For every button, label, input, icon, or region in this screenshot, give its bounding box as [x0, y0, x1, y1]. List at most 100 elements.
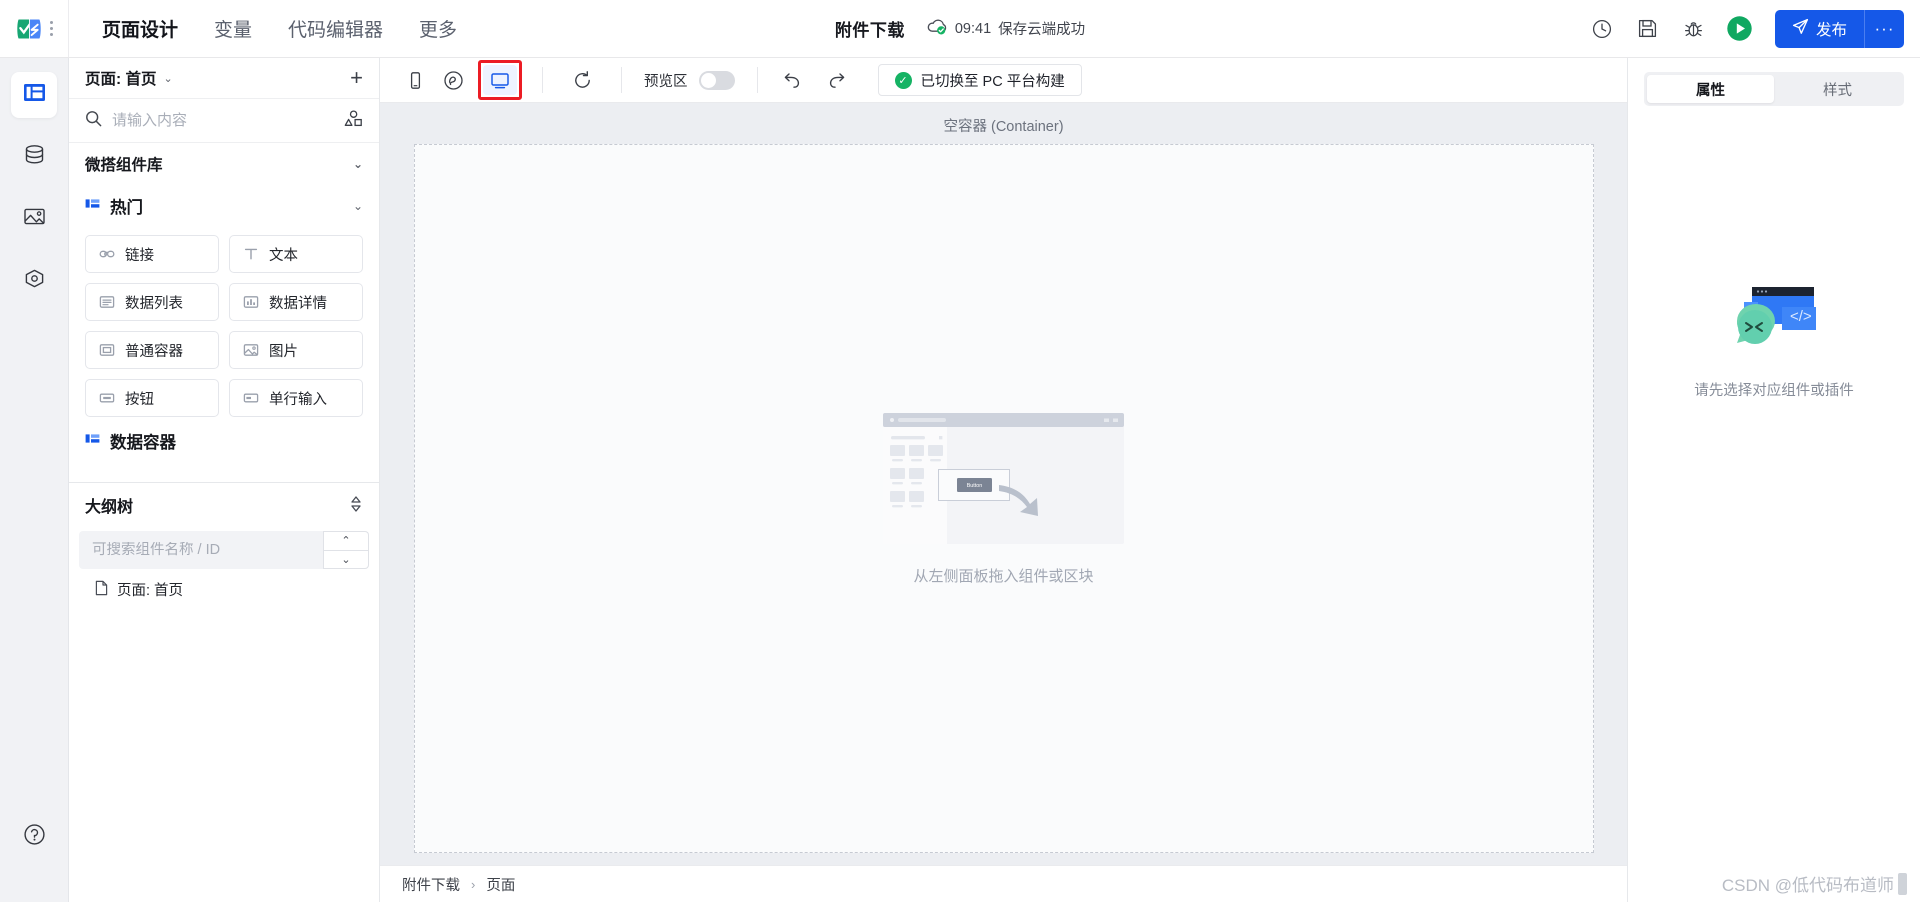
component-card-data-detail[interactable]: 数据详情 — [229, 283, 363, 321]
save-status-text: 保存云端成功 — [998, 22, 1086, 38]
component-library-header[interactable]: 微搭组件库 ⌄ — [69, 143, 379, 185]
nav-item-code-editor[interactable]: 代码编辑器 — [288, 15, 383, 42]
rail-item-plugin[interactable] — [11, 258, 57, 304]
brand-zone — [0, 0, 69, 57]
component-card-label: 图片 — [269, 343, 298, 360]
topbar-actions: 发布 ··· — [1579, 6, 1920, 52]
refresh-icon[interactable] — [565, 65, 599, 95]
pc-device-highlight — [478, 60, 522, 100]
redo-icon[interactable] — [820, 65, 854, 95]
right-panel-tabs: 属性 样式 — [1644, 72, 1904, 106]
image-icon — [22, 204, 47, 234]
preview-label: 预览区 — [644, 73, 688, 90]
file-icon — [94, 580, 109, 600]
device-switcher — [398, 60, 542, 100]
app-root: 页面设计 变量 代码编辑器 更多 附件下载 09:41 保存云端成功 发布 ··… — [0, 0, 1920, 902]
weda-logo[interactable] — [15, 16, 43, 42]
left-panel: 页面: 首页 ⌄ + 微搭组件库 ⌄ — [69, 58, 380, 902]
rail-item-image[interactable] — [11, 196, 57, 242]
rail-item-help[interactable] — [11, 814, 57, 860]
watermark-bar-icon — [1898, 872, 1907, 895]
hot-group-icon — [85, 196, 100, 216]
help-icon — [22, 822, 47, 852]
platform-status-pill: ✓ 已切换至 PC 平台构建 — [877, 64, 1082, 96]
vertical-dots-icon[interactable] — [50, 21, 53, 36]
icon-rail — [0, 58, 69, 902]
pc-icon[interactable] — [483, 65, 517, 95]
link-icon — [99, 246, 115, 262]
outline-tree-node[interactable]: 页面: 首页 — [69, 569, 379, 600]
component-card-input[interactable]: 单行输入 — [229, 379, 363, 417]
outline-tree-title: 大纲树 — [85, 499, 134, 516]
toolbar-divider — [542, 67, 543, 93]
shapes-icon[interactable] — [344, 109, 363, 133]
group-header-label: 数据容器 — [110, 434, 176, 452]
breadcrumb-item-page[interactable]: 页面 — [486, 874, 515, 895]
center-area: 预览区 ✓ 已切换至 PC 平台构建 空容器 (Container) Butto… — [380, 58, 1627, 902]
platform-status-text: 已切换至 PC 平台构建 — [920, 73, 1065, 90]
component-card-text[interactable]: 文本 — [229, 235, 363, 273]
watermark: CSDN @低代码布道师 — [1722, 871, 1907, 896]
group-header-data-container[interactable]: 数据容器 — [69, 417, 379, 453]
right-panel-empty-text: 请先选择对应组件或插件 — [1694, 383, 1854, 399]
add-page-button[interactable]: + — [350, 67, 363, 89]
main-nav: 页面设计 变量 代码编辑器 更多 — [69, 15, 457, 42]
page-selector-label: 页面: 首页 — [85, 71, 157, 88]
component-card-button[interactable]: 按钮 — [85, 379, 219, 417]
rail-item-database[interactable] — [11, 134, 57, 180]
canvas-container-title: 空容器 (Container) — [943, 119, 1064, 135]
container-icon — [99, 342, 115, 358]
canvas-empty-text: 从左侧面板拖入组件或区块 — [913, 567, 1094, 585]
outline-tree-node-label: 页面: 首页 — [117, 583, 184, 599]
canvas-page[interactable]: Button 从左侧面板拖入组件或区块 — [413, 144, 1594, 853]
outline-prev-button[interactable]: ⌃ — [323, 531, 369, 550]
group-header-label: 热门 — [110, 199, 143, 217]
component-card-container[interactable]: 普通容器 — [85, 331, 219, 369]
run-icon[interactable] — [1717, 6, 1763, 52]
component-card-image[interactable]: 图片 — [229, 331, 363, 369]
tab-styles[interactable]: 样式 — [1774, 75, 1901, 103]
publish-button[interactable]: 发布 — [1774, 9, 1864, 48]
code-window-chat-icon: </> — [1722, 281, 1827, 357]
up-down-icon[interactable] — [349, 495, 363, 516]
preview-toggle[interactable] — [698, 70, 735, 90]
group-header-hot[interactable]: 热门 ⌄ — [69, 185, 379, 227]
chevron-down-icon: ⌄ — [352, 199, 363, 213]
layout-icon — [22, 80, 47, 110]
rail-item-layout[interactable] — [11, 72, 57, 118]
outline-tree-panel: 大纲树 ⌃ ⌄ 页面: 首页 — [69, 482, 379, 902]
component-search-row — [69, 99, 379, 143]
nav-item-variables[interactable]: 变量 — [214, 15, 252, 42]
history-icon[interactable] — [1579, 6, 1625, 52]
outline-next-button[interactable]: ⌄ — [323, 549, 369, 569]
component-card-link[interactable]: 链接 — [85, 235, 219, 273]
miniprogram-icon[interactable] — [436, 65, 470, 95]
send-icon — [1792, 18, 1809, 40]
text-icon — [243, 246, 259, 262]
mobile-icon[interactable] — [398, 65, 432, 95]
outline-step-buttons: ⌃ ⌄ — [323, 531, 369, 569]
component-list-scroll: 链接 文本 数据列表 数据详情 普通容器 图片 按钮 单行输入 数据容器 — [69, 227, 379, 482]
debug-icon[interactable] — [1671, 6, 1717, 52]
page-selector[interactable]: 页面: 首页 ⌄ + — [69, 58, 379, 99]
component-card-label: 数据详情 — [269, 295, 327, 312]
right-panel-empty-state: </> 请先选择对应组件或插件 — [1628, 106, 1920, 902]
undo-icon[interactable] — [776, 65, 810, 95]
chart-icon — [243, 294, 259, 310]
component-search-input[interactable] — [112, 112, 334, 129]
plugin-icon — [22, 266, 47, 296]
save-icon[interactable] — [1625, 6, 1671, 52]
outline-search-input[interactable] — [79, 542, 323, 558]
publish-group: 发布 ··· — [1774, 9, 1904, 48]
breadcrumb-item-app[interactable]: 附件下载 — [402, 874, 460, 895]
app-title: 附件下载 — [834, 21, 905, 40]
component-card-label: 链接 — [125, 247, 154, 264]
component-card-data-list[interactable]: 数据列表 — [85, 283, 219, 321]
nav-item-page-design[interactable]: 页面设计 — [102, 15, 178, 42]
list-icon — [99, 294, 115, 310]
illustration-button-label: Button — [967, 483, 983, 489]
search-icon — [85, 110, 102, 132]
nav-item-more[interactable]: 更多 — [419, 15, 457, 42]
publish-more-button[interactable]: ··· — [1864, 9, 1904, 48]
tab-properties[interactable]: 属性 — [1647, 75, 1774, 103]
